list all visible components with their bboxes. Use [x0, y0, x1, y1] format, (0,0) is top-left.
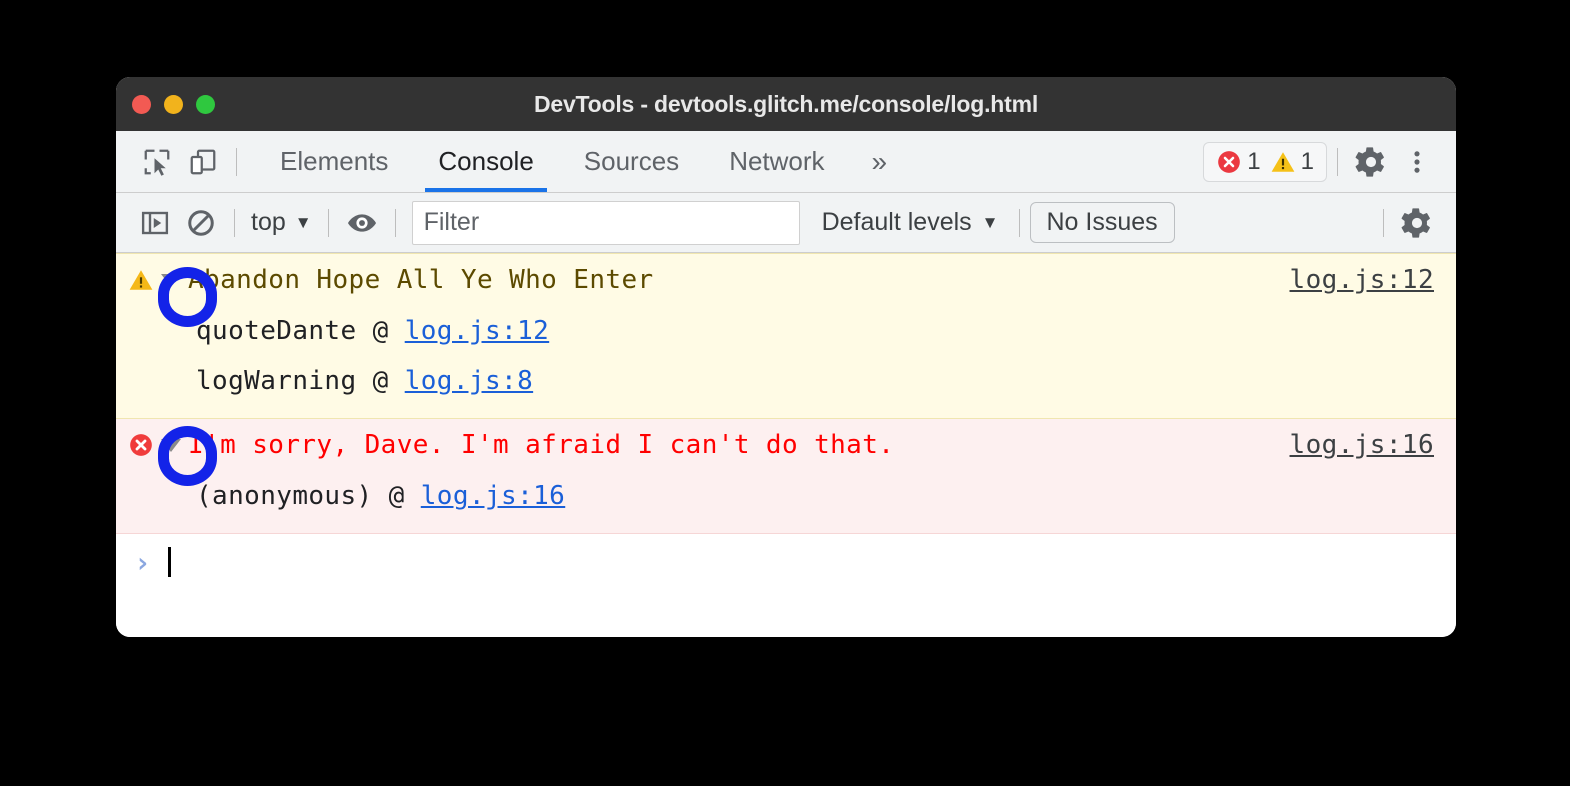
tab-network[interactable]: Network — [704, 131, 849, 192]
stack-frame: quoteDante @ log.js:12 — [196, 306, 1456, 356]
chevron-down-icon: ▼ — [295, 214, 312, 231]
window-title: DevTools - devtools.glitch.me/console/lo… — [116, 91, 1456, 118]
warning-source-link[interactable]: log.js:12 — [1290, 265, 1434, 295]
tabbar-divider — [236, 148, 237, 176]
console-message-header[interactable]: Abandon Hope All Ye Who Enter log.js:12 — [116, 254, 1456, 306]
chevron-down-icon: ▼ — [982, 214, 999, 231]
log-levels-label: Default levels — [822, 208, 972, 237]
console-toolbar: top ▼ Filter Default levels ▼ No I — [116, 193, 1456, 253]
error-circle-icon — [1216, 149, 1242, 175]
gear-icon[interactable] — [1394, 200, 1440, 246]
error-stack-trace: (anonymous) @ log.js:16 — [116, 471, 1456, 533]
stack-frame: logWarning @ log.js:8 — [196, 356, 1456, 406]
screenshot-root: DevTools - devtools.glitch.me/console/lo… — [0, 0, 1570, 786]
console-message-header[interactable]: I'm sorry, Dave. I'm afraid I can't do t… — [116, 419, 1456, 471]
warning-message-text: Abandon Hope All Ye Who Enter — [188, 265, 654, 295]
panel-tabs: Elements Console Sources Network » — [255, 131, 909, 192]
gear-icon[interactable] — [1348, 139, 1394, 185]
close-window-button[interactable] — [132, 95, 151, 114]
stack-frame-function: (anonymous) @ — [196, 481, 421, 511]
maximize-window-button[interactable] — [196, 95, 215, 114]
console-sidebar-icon[interactable] — [132, 200, 178, 246]
error-disclosure-triangle[interactable] — [156, 439, 186, 452]
error-count-label: 1 — [1247, 148, 1260, 176]
prompt-arrow-icon: › — [134, 546, 162, 579]
tab-sources[interactable]: Sources — [559, 131, 704, 192]
filter-placeholder: Filter — [424, 208, 480, 237]
devtools-window: DevTools - devtools.glitch.me/console/lo… — [116, 77, 1456, 637]
tabbar-right-group: 1 1 — [1203, 139, 1456, 185]
devtools-tabbar: Elements Console Sources Network » 1 — [116, 131, 1456, 193]
error-message-text: I'm sorry, Dave. I'm afraid I can't do t… — [188, 430, 894, 460]
console-message-list: Abandon Hope All Ye Who Enter log.js:12 … — [116, 253, 1456, 637]
console-toolbar-divider-3 — [395, 209, 396, 237]
warning-count-group[interactable]: 1 — [1270, 148, 1314, 176]
execution-context-selector[interactable]: top ▼ — [245, 208, 318, 237]
log-levels-selector[interactable]: Default levels ▼ — [822, 208, 999, 237]
window-controls — [132, 77, 215, 131]
tab-elements[interactable]: Elements — [255, 131, 413, 192]
console-toolbar-divider-5 — [1383, 209, 1384, 237]
inspect-element-icon[interactable] — [134, 139, 180, 185]
device-toolbar-icon[interactable] — [180, 139, 226, 185]
console-message-warning: Abandon Hope All Ye Who Enter log.js:12 … — [116, 253, 1456, 419]
text-cursor — [168, 547, 171, 577]
stack-frame-link[interactable]: log.js:12 — [405, 316, 549, 346]
console-message-error: I'm sorry, Dave. I'm afraid I can't do t… — [116, 419, 1456, 534]
console-toolbar-right — [1373, 200, 1456, 246]
execution-context-label: top — [251, 208, 286, 237]
console-toolbar-divider-1 — [234, 209, 235, 237]
stack-frame-link[interactable]: log.js:16 — [421, 481, 565, 511]
stack-frame: (anonymous) @ log.js:16 — [196, 471, 1456, 521]
warning-triangle-icon — [1270, 149, 1296, 175]
window-titlebar: DevTools - devtools.glitch.me/console/lo… — [116, 77, 1456, 131]
more-tabs-icon[interactable]: » — [850, 131, 910, 192]
tabbar-right-divider — [1337, 148, 1338, 176]
filter-input[interactable]: Filter — [412, 201, 800, 245]
console-toolbar-divider-4 — [1019, 209, 1020, 237]
eye-icon[interactable] — [339, 200, 385, 246]
error-source-link[interactable]: log.js:16 — [1290, 430, 1434, 460]
stack-frame-function: logWarning @ — [196, 366, 405, 396]
console-prompt[interactable]: › — [116, 534, 1456, 590]
issues-button[interactable]: No Issues — [1030, 202, 1175, 243]
console-toolbar-divider-2 — [328, 209, 329, 237]
issue-counts[interactable]: 1 1 — [1203, 142, 1327, 182]
error-circle-icon — [128, 432, 154, 458]
warning-triangle-icon — [128, 267, 154, 293]
clear-console-icon[interactable] — [178, 200, 224, 246]
kebab-menu-icon[interactable] — [1394, 139, 1440, 185]
stack-frame-link[interactable]: log.js:8 — [405, 366, 533, 396]
minimize-window-button[interactable] — [164, 95, 183, 114]
warning-count-label: 1 — [1301, 148, 1314, 176]
error-count-group[interactable]: 1 — [1216, 148, 1260, 176]
warning-disclosure-triangle[interactable] — [156, 274, 186, 287]
tab-console[interactable]: Console — [413, 131, 558, 192]
warning-stack-trace: quoteDante @ log.js:12 logWarning @ log.… — [116, 306, 1456, 418]
stack-frame-function: quoteDante @ — [196, 316, 405, 346]
